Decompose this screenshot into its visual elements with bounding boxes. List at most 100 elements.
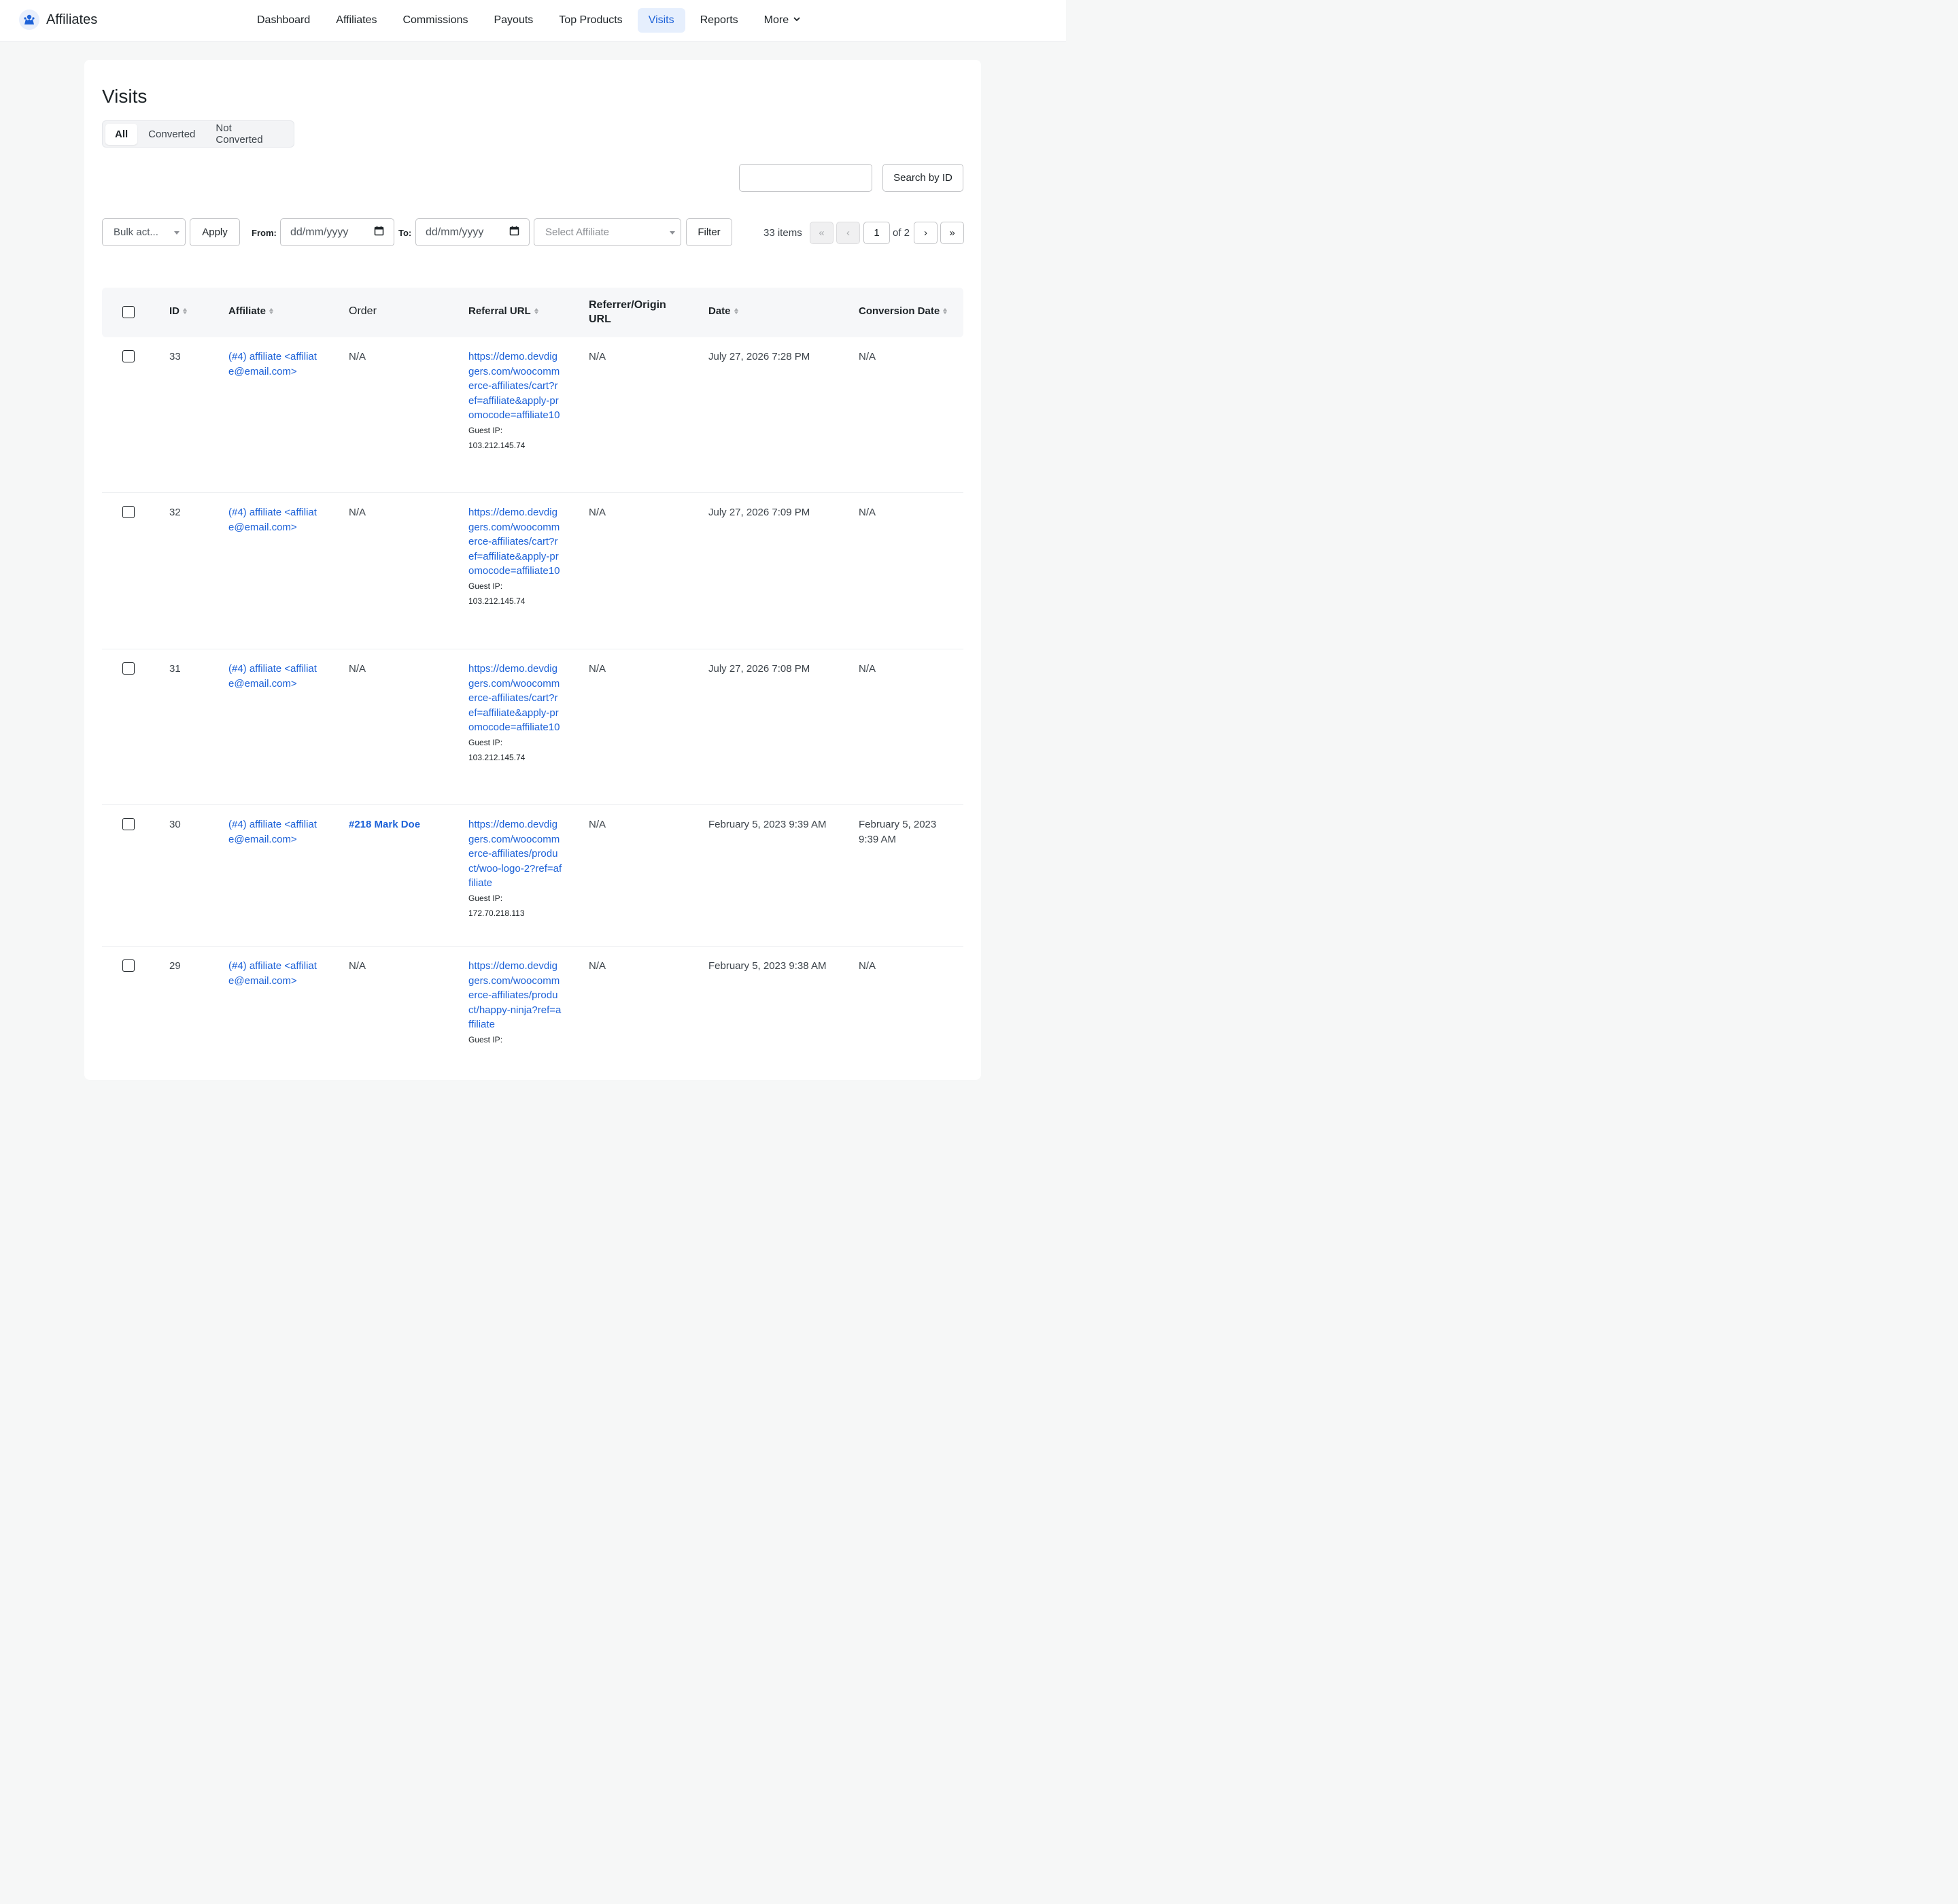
nav-reports[interactable]: Reports [689, 8, 749, 33]
row-date: July 27, 2026 7:28 PM [708, 351, 810, 362]
previous-page-button[interactable]: ‹ [836, 222, 860, 244]
visits-table: ID Affiliate Order Referral URL Referrer… [102, 288, 963, 1102]
row-referral-url-link[interactable]: https://demo.devdiggers.com/woocommerce-… [468, 959, 562, 1032]
row-referrer: N/A [589, 819, 606, 830]
row-referrer: N/A [589, 351, 606, 362]
column-referral-url[interactable]: Referral URL [468, 305, 538, 317]
row-guest-ip: 103.212.145.74 [468, 440, 526, 450]
column-conversion-date[interactable]: Conversion Date [859, 305, 948, 317]
column-referrer-label: Referrer/Origin URL [589, 299, 666, 325]
row-id: 33 [169, 351, 181, 362]
filter-button[interactable]: Filter [686, 218, 732, 246]
nav-commissions[interactable]: Commissions [392, 8, 479, 33]
caret-down-icon [670, 231, 675, 235]
row-affiliate-link[interactable]: (#4) affiliate <affiliate@email.com> [228, 505, 317, 534]
row-referral-cell: https://demo.devdiggers.com/woocommerce-… [468, 817, 562, 921]
column-affiliate[interactable]: Affiliate [228, 305, 274, 317]
top-navigation-bar: Affiliates Dashboard Affiliates Commissi… [0, 0, 1066, 42]
last-page-button[interactable]: » [940, 222, 964, 244]
column-conversion-date-label: Conversion Date [859, 305, 940, 317]
nav-visits[interactable]: Visits [637, 8, 685, 33]
row-checkbox[interactable] [122, 818, 135, 830]
row-referral-url-link[interactable]: https://demo.devdiggers.com/woocommerce-… [468, 662, 562, 735]
table-row: 29 (#4) affiliate <affiliate@email.com> … [102, 947, 963, 1102]
sort-icon [534, 308, 538, 314]
to-date-placeholder: dd/mm/yyyy [426, 226, 484, 238]
row-checkbox[interactable] [122, 662, 135, 675]
from-label: From: [252, 228, 277, 238]
row-referral-cell: https://demo.devdiggers.com/woocommerce-… [468, 350, 562, 453]
nav-payouts[interactable]: Payouts [483, 8, 544, 33]
column-id[interactable]: ID [169, 305, 187, 317]
column-referrer: Referrer/Origin URL [589, 298, 677, 326]
row-checkbox[interactable] [122, 350, 135, 362]
row-conversion-date: N/A [859, 507, 876, 518]
column-order: Order [349, 305, 377, 318]
bulk-actions-value: Bulk act... [114, 226, 158, 238]
row-conversion-date: N/A [859, 663, 876, 675]
from-date-input[interactable]: dd/mm/yyyy [280, 218, 394, 246]
column-date[interactable]: Date [708, 305, 738, 317]
current-page-input[interactable]: 1 [863, 222, 890, 244]
to-date-input[interactable]: dd/mm/yyyy [415, 218, 530, 246]
to-label: To: [398, 228, 412, 238]
brand-name: Affiliates [46, 12, 98, 27]
sort-icon [734, 308, 738, 314]
nav-more[interactable]: More [753, 8, 812, 33]
status-tabs: All Converted Not Converted [102, 120, 294, 148]
row-order: N/A [349, 663, 366, 675]
column-date-label: Date [708, 305, 731, 317]
table-row: 30 (#4) affiliate <affiliate@email.com> … [102, 805, 963, 947]
apply-button[interactable]: Apply [190, 218, 240, 246]
row-guest-ip-label: Guest IP: [468, 1034, 503, 1044]
row-referral-url-link[interactable]: https://demo.devdiggers.com/woocommerce-… [468, 505, 562, 579]
tab-all[interactable]: All [105, 123, 138, 145]
table-header: ID Affiliate Order Referral URL Referrer… [102, 288, 963, 337]
row-affiliate-link[interactable]: (#4) affiliate <affiliate@email.com> [228, 817, 317, 847]
visits-card: Visits All Converted Not Converted Searc… [84, 60, 981, 1080]
first-page-button[interactable]: « [810, 222, 834, 244]
nav-top-products[interactable]: Top Products [548, 8, 633, 33]
tab-converted[interactable]: Converted [139, 124, 205, 145]
row-checkbox[interactable] [122, 959, 135, 972]
calendar-icon[interactable] [374, 226, 384, 239]
row-guest-ip-label: Guest IP: [468, 425, 503, 435]
affiliates-logo-icon [19, 10, 39, 30]
select-affiliate-placeholder: Select Affiliate [545, 226, 609, 238]
row-referrer: N/A [589, 507, 606, 518]
items-count: 33 items [763, 227, 802, 239]
row-checkbox[interactable] [122, 506, 135, 518]
row-order-link[interactable]: #218 Mark Doe [349, 817, 420, 832]
caret-down-icon [174, 231, 179, 235]
total-pages: of 2 [893, 227, 910, 239]
nav-affiliates[interactable]: Affiliates [325, 8, 388, 33]
row-referrer: N/A [589, 663, 606, 675]
row-referral-cell: https://demo.devdiggers.com/woocommerce-… [468, 662, 562, 765]
row-conversion-date: N/A [859, 960, 876, 972]
select-all-checkbox[interactable] [122, 306, 135, 318]
next-page-button[interactable]: › [914, 222, 938, 244]
nav-dashboard[interactable]: Dashboard [246, 8, 321, 33]
table-row: 33 (#4) affiliate <affiliate@email.com> … [102, 337, 963, 493]
row-date: February 5, 2023 9:39 AM [708, 819, 827, 830]
search-by-id-button[interactable]: Search by ID [882, 164, 963, 192]
select-affiliate-dropdown[interactable]: Select Affiliate [534, 218, 681, 246]
row-id: 29 [169, 960, 181, 972]
page-title: Visits [102, 86, 148, 107]
row-affiliate-link[interactable]: (#4) affiliate <affiliate@email.com> [228, 662, 317, 691]
row-referral-url-link[interactable]: https://demo.devdiggers.com/woocommerce-… [468, 817, 562, 891]
row-referrer: N/A [589, 960, 606, 972]
search-id-input[interactable] [739, 164, 872, 192]
row-date: February 5, 2023 9:38 AM [708, 960, 827, 972]
row-order: N/A [349, 960, 366, 972]
row-guest-ip-label: Guest IP: [468, 893, 503, 903]
sort-icon [943, 308, 948, 314]
tab-not-converted[interactable]: Not Converted [206, 122, 291, 146]
main-nav: Dashboard Affiliates Commissions Payouts… [246, 8, 812, 33]
row-affiliate-link[interactable]: (#4) affiliate <affiliate@email.com> [228, 959, 317, 988]
calendar-icon[interactable] [509, 226, 519, 239]
brand[interactable]: Affiliates [19, 10, 97, 30]
row-affiliate-link[interactable]: (#4) affiliate <affiliate@email.com> [228, 350, 317, 379]
bulk-actions-select[interactable]: Bulk act... [102, 218, 186, 246]
row-referral-url-link[interactable]: https://demo.devdiggers.com/woocommerce-… [468, 350, 562, 423]
